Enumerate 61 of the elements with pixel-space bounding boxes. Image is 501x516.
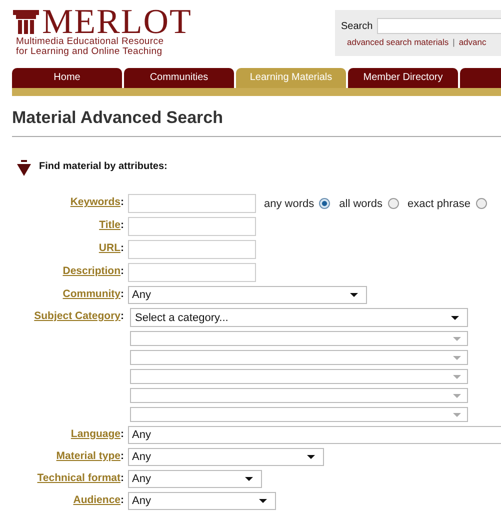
radio-label: all words xyxy=(339,198,383,210)
label-colon: : xyxy=(120,310,124,322)
dropdown[interactable]: Any xyxy=(128,448,324,466)
label-colon: : xyxy=(120,450,124,462)
field-label[interactable]: URL xyxy=(98,242,120,254)
caret-icon xyxy=(259,499,267,503)
label-colon: : xyxy=(120,219,124,231)
caret-icon xyxy=(453,394,461,398)
field-label[interactable]: Material type xyxy=(56,450,120,462)
label-colon: : xyxy=(120,196,124,208)
dropdown[interactable]: Select a category... xyxy=(130,308,468,327)
text-field[interactable] xyxy=(128,217,256,236)
field-label[interactable]: Language xyxy=(70,428,120,440)
pillar-icon xyxy=(13,10,39,34)
dropdown[interactable]: Any xyxy=(128,470,262,488)
nav-tab[interactable]: Communities xyxy=(124,68,234,88)
field-label[interactable]: Description xyxy=(62,265,120,277)
field-label[interactable]: Title xyxy=(99,219,120,231)
label-colon: : xyxy=(120,428,124,440)
caret-icon xyxy=(451,316,459,320)
field-label[interactable]: Community xyxy=(62,288,120,300)
label-colon: : xyxy=(120,265,124,277)
section-title: Find material by attributes: xyxy=(39,161,168,172)
dropdown[interactable]: Any xyxy=(128,426,501,444)
field-label[interactable]: Keywords xyxy=(70,196,120,208)
caret-icon xyxy=(453,412,461,416)
tagline: for Learning and Online Teaching xyxy=(16,47,164,57)
dropdown[interactable]: Any xyxy=(128,286,367,304)
search-label: Search xyxy=(341,20,373,32)
nav-tab[interactable]: Member Directory xyxy=(348,68,458,88)
dropdown[interactable]: Any xyxy=(128,492,276,510)
field-label[interactable]: Technical format xyxy=(37,472,120,484)
caret-icon xyxy=(453,336,461,340)
text-field[interactable] xyxy=(128,194,256,213)
expand-icon[interactable] xyxy=(17,160,31,176)
logo-text[interactable]: MERLOT xyxy=(42,7,192,37)
label-colon: : xyxy=(120,472,124,484)
radio-button[interactable] xyxy=(476,198,487,209)
search-link[interactable]: advanc xyxy=(458,37,486,47)
caret-icon xyxy=(350,293,358,297)
caret-icon xyxy=(307,455,315,459)
field-label[interactable]: Subject Category xyxy=(34,310,120,322)
field-label[interactable]: Audience xyxy=(73,494,120,506)
nav-tab[interactable]: Home xyxy=(12,68,122,88)
caret-icon xyxy=(245,477,253,481)
search-field[interactable] xyxy=(376,18,501,34)
caret-icon xyxy=(453,374,461,378)
search-link[interactable]: advanced search materials xyxy=(347,37,449,47)
link-separator: | xyxy=(452,37,455,47)
text-field[interactable] xyxy=(128,263,256,282)
radio-label: exact phrase xyxy=(408,198,471,210)
page-title: Material Advanced Search xyxy=(12,108,224,128)
label-colon: : xyxy=(120,494,124,506)
tagline: Multimedia Educational Resource xyxy=(16,37,165,47)
text-field[interactable] xyxy=(128,240,256,259)
radio-button[interactable] xyxy=(319,198,330,209)
radio-button[interactable] xyxy=(388,198,399,209)
label-colon: : xyxy=(120,288,124,300)
label-colon: : xyxy=(120,242,124,254)
caret-icon xyxy=(453,356,461,360)
radio-label: any words xyxy=(264,198,314,210)
